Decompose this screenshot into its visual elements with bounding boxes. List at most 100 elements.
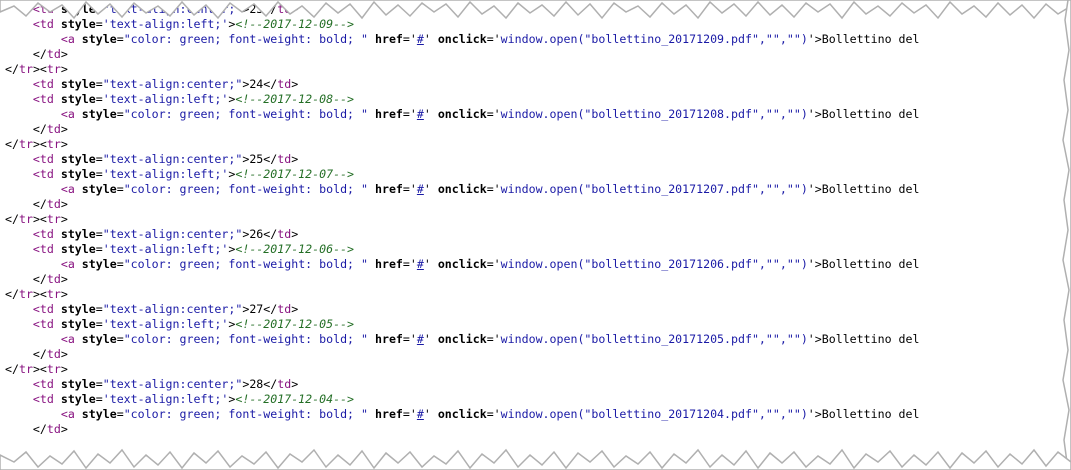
attribute-token: href [374,107,403,121]
source-line: </td> [5,272,1071,287]
text-token: =' [402,407,417,421]
hash-link[interactable]: # [417,407,424,421]
text-token: </ [5,362,19,376]
text-token: = [95,92,103,106]
comment-token: <!--2017-12-05--> [235,317,355,331]
text-token: >< [32,137,47,151]
text-token: = [116,32,124,46]
text-token: </ [5,212,19,226]
html-tag-token: td [277,77,292,91]
text-token: = [95,152,103,166]
source-line: </tr><tr> [5,212,1071,227]
html-tag-token: td [277,227,292,241]
text-token: = [95,392,103,406]
source-line: </td> [5,347,1071,362]
attribute-token: onclick [437,332,487,346]
text-token: = [95,242,103,256]
source-line: <a style="color: green; font-weight: bol… [5,32,1071,47]
source-line: </tr><tr> [5,287,1071,302]
text-token: > [291,77,299,91]
html-tag-token: <a [60,332,82,346]
text-token: '>Bollettino del [807,257,920,271]
attribute-value-token: "color: green; font-weight: bold; " [123,107,368,121]
html-tag-token: td [277,377,292,391]
text-token: > [291,152,299,166]
text-token: > [60,62,68,76]
text-token: =' [402,107,417,121]
text-token: >< [32,62,47,76]
source-line: <a style="color: green; font-weight: bol… [5,107,1071,122]
text-token: =' [486,32,501,46]
attribute-token: onclick [437,32,487,46]
attribute-value-token: "text-align:center;" [102,77,243,91]
source-line: </tr><tr> [5,362,1071,377]
html-tag-token: tr [18,62,33,76]
html-tag-token: tr [18,287,33,301]
text-token: =' [486,407,501,421]
html-tag-token: <a [60,257,82,271]
html-tag-token: td [46,347,61,361]
attribute-value-token: 'text-align:left;' [102,92,229,106]
attribute-value-token: 'text-align:left;' [102,167,229,181]
text-token: =' [402,332,417,346]
hash-link[interactable]: # [417,182,424,196]
hash-link[interactable]: # [417,257,424,271]
text-token: '>Bollettino del [807,332,920,346]
text-token: > [60,422,68,436]
attribute-token: style [60,17,96,31]
text-token: >23</ [242,2,278,16]
attribute-value-token: 'text-align:left;' [102,242,229,256]
html-tag-token: tr [18,362,33,376]
comment-token: <!--2017-12-06--> [235,242,355,256]
source-line: <td style="text-align:center;">27</td> [5,302,1071,317]
text-token: ' [423,332,438,346]
html-tag-token: <td [32,167,61,181]
text-token: ' [423,32,438,46]
text-token: >< [32,287,47,301]
html-tag-token: td [46,197,61,211]
comment-token: <!--2017-12-07--> [235,167,355,181]
attribute-token: href [374,257,403,271]
attribute-token: style [60,392,96,406]
text-token: ' [423,182,438,196]
source-line: <td style='text-align:left;'><!--2017-12… [5,167,1071,182]
html-tag-token: tr [46,62,61,76]
text-token: =' [486,257,501,271]
text-token: '>Bollettino del [807,407,920,421]
hash-link[interactable]: # [417,32,424,46]
source-line: <a style="color: green; font-weight: bol… [5,332,1071,347]
attribute-token: style [60,92,96,106]
attribute-value-token: "text-align:center;" [102,152,243,166]
attribute-token: style [81,107,117,121]
text-token: =' [486,332,501,346]
text-token: > [60,47,68,61]
attribute-token: style [81,32,117,46]
html-tag-token: tr [18,137,33,151]
hash-link[interactable]: # [417,332,424,346]
html-tag-token: <td [32,242,61,256]
text-token: >25</ [242,152,278,166]
text-token: = [116,407,124,421]
attribute-token: style [60,317,96,331]
source-line: </tr><tr> [5,62,1071,77]
hash-link[interactable]: # [417,107,424,121]
text-token: </ [32,197,47,211]
text-token: > [60,287,68,301]
attribute-token: onclick [437,107,487,121]
text-token: >24</ [242,77,278,91]
attribute-token: style [60,77,96,91]
